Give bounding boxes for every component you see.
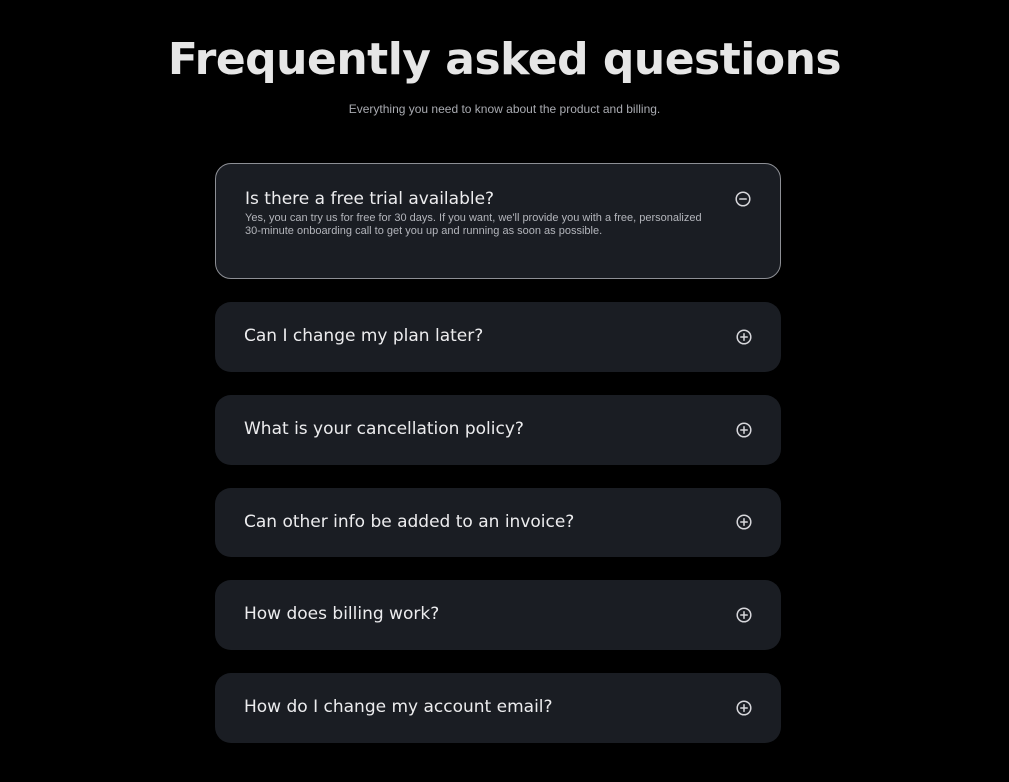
faq-item-billing[interactable]: How does billing work? [215, 580, 781, 650]
faq-question: Can I change my plan later? [244, 326, 484, 346]
faq-question: Is there a free trial available? [245, 189, 495, 209]
faq-answer: Yes, you can try us for free for 30 days… [245, 212, 702, 237]
plus-circle-icon[interactable] [736, 700, 752, 716]
faq-item-invoice-info[interactable]: Can other info be added to an invoice? [215, 488, 781, 557]
minus-circle-icon[interactable] [735, 191, 751, 207]
faq-item-change-plan[interactable]: Can I change my plan later? [215, 302, 781, 372]
faq-question: What is your cancellation policy? [244, 419, 524, 439]
faq-item-account-email[interactable]: How do I change my account email? [215, 673, 781, 743]
faq-question: How does billing work? [244, 604, 440, 624]
plus-circle-icon[interactable] [736, 607, 752, 623]
plus-circle-icon[interactable] [736, 514, 752, 530]
plus-circle-icon[interactable] [736, 422, 752, 438]
plus-circle-icon[interactable] [736, 329, 752, 345]
page-subtitle: Everything you need to know about the pr… [348, 102, 661, 116]
faq-item-cancellation-policy[interactable]: What is your cancellation policy? [215, 395, 781, 465]
faq-item-free-trial[interactable]: Is there a free trial available? Yes, yo… [215, 163, 781, 279]
page-title: Frequently asked questions [167, 34, 842, 85]
faq-question: How do I change my account email? [244, 697, 553, 717]
faq-question: Can other info be added to an invoice? [244, 512, 575, 532]
